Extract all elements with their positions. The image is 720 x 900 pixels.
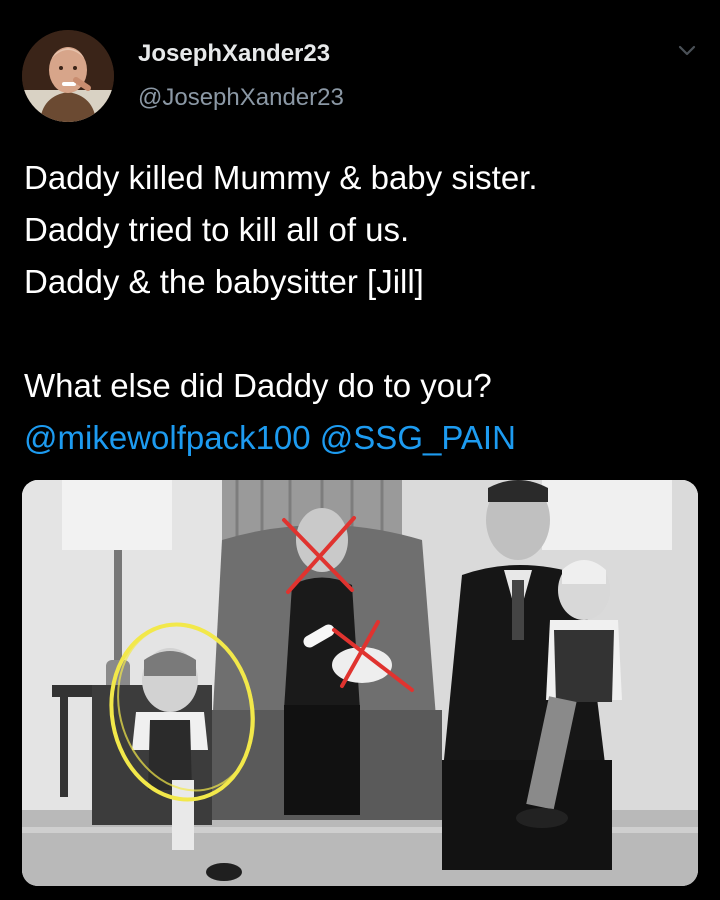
photo-image bbox=[22, 480, 698, 886]
tweet-line: What else did Daddy do to you? bbox=[24, 367, 492, 404]
author-handle[interactable]: @JosephXander23 bbox=[138, 84, 344, 112]
tweet-text: Daddy killed Mummy & baby sister. Daddy … bbox=[24, 152, 704, 464]
chevron-down-icon[interactable] bbox=[676, 42, 698, 58]
mention-link[interactable]: @SSG_PAIN bbox=[320, 419, 516, 456]
tweet[interactable]: JosephXander23 @JosephXander23 Daddy kil… bbox=[0, 0, 720, 900]
tweet-line: Daddy tried to kill all of us. bbox=[24, 211, 410, 248]
author-avatar[interactable] bbox=[22, 30, 114, 122]
tweet-line: Daddy killed Mummy & baby sister. bbox=[24, 159, 538, 196]
author-display-name[interactable]: JosephXander23 bbox=[138, 40, 330, 68]
tweet-line: Daddy & the babysitter [Jill] bbox=[24, 263, 424, 300]
attached-photo[interactable] bbox=[22, 480, 698, 886]
avatar-image bbox=[22, 30, 114, 122]
mentions-line: @mikewolfpack100 @SSG_PAIN bbox=[24, 412, 704, 464]
mention-link[interactable]: @mikewolfpack100 bbox=[24, 419, 311, 456]
